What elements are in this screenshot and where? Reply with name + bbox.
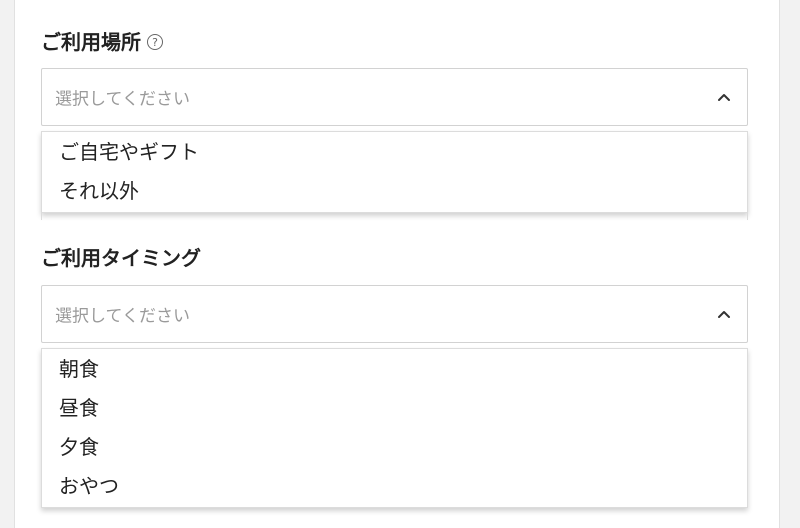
timing-option-dinner[interactable]: 夕食 [42, 428, 747, 467]
timing-option-snack[interactable]: おやつ [42, 467, 747, 506]
location-field-label: ご利用場所 ? [41, 32, 163, 52]
timing-field-label: ご利用タイミング [41, 248, 201, 268]
form-card: ご利用場所 ? 選択してください ご自宅やギフト それ以外 ご利用タイミング 選… [14, 0, 780, 528]
timing-select-placeholder: 選択してください [55, 306, 190, 327]
location-select-placeholder: 選択してください [55, 89, 190, 110]
timing-label-text: ご利用タイミング [41, 246, 201, 270]
location-option-home-gift[interactable]: ご自宅やギフト [42, 133, 747, 172]
location-option-other[interactable]: それ以外 [42, 172, 747, 211]
location-dropdown: ご自宅やギフト それ以外 [41, 131, 748, 213]
location-select[interactable]: 選択してください [41, 68, 748, 126]
question-circle-icon[interactable]: ? [147, 34, 163, 50]
timing-dropdown: 朝食 昼食 夕食 おやつ [41, 348, 748, 508]
location-select-peek [41, 212, 748, 220]
timing-select[interactable]: 選択してください [41, 285, 748, 343]
timing-option-lunch[interactable]: 昼食 [42, 389, 747, 428]
chevron-up-icon [718, 311, 730, 318]
chevron-up-icon [718, 94, 730, 101]
timing-option-breakfast[interactable]: 朝食 [42, 350, 747, 389]
location-label-text: ご利用場所 [41, 30, 141, 54]
